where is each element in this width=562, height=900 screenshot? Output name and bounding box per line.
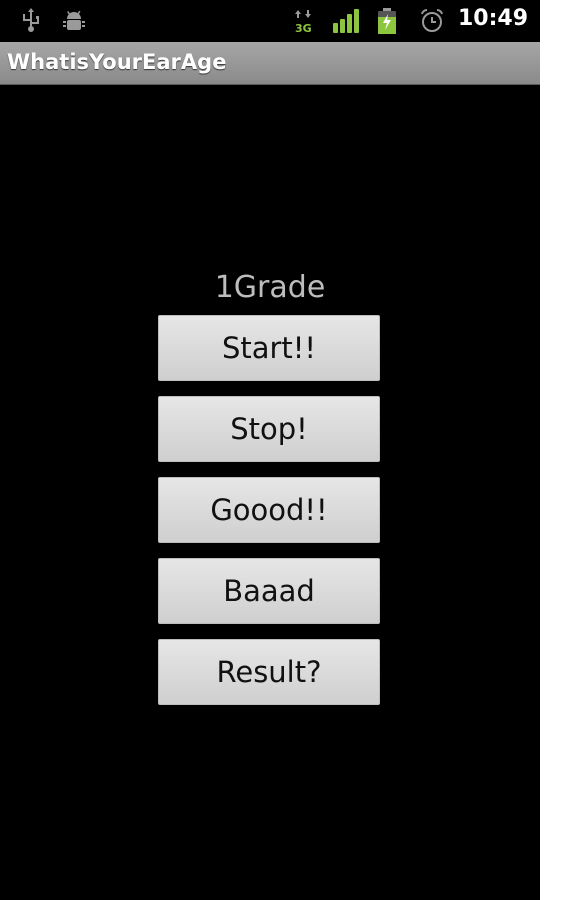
good-button[interactable]: Goood!! xyxy=(158,477,380,543)
grade-label: 1Grade xyxy=(214,270,326,305)
alarm-icon xyxy=(418,8,446,34)
status-bar: 3G 10:49 xyxy=(0,0,540,42)
start-button[interactable]: Start!! xyxy=(158,315,380,381)
app-title-bar: WhatisYourEarAge xyxy=(0,42,540,85)
svg-text:3G: 3G xyxy=(295,22,312,34)
3g-data-icon: 3G xyxy=(294,8,314,34)
bad-button[interactable]: Baaad xyxy=(158,558,380,624)
result-button[interactable]: Result? xyxy=(158,639,380,705)
app-title: WhatisYourEarAge xyxy=(7,50,227,74)
status-clock: 10:49 xyxy=(457,6,528,31)
battery-charging-icon xyxy=(376,8,398,34)
signal-icon xyxy=(332,8,360,34)
usb-icon xyxy=(18,8,44,34)
phone-screen: 3G 10:49 WhatisYourEarAge 1Grade Start!!… xyxy=(0,0,540,900)
stop-button[interactable]: Stop! xyxy=(158,396,380,462)
android-debug-icon xyxy=(60,8,88,34)
